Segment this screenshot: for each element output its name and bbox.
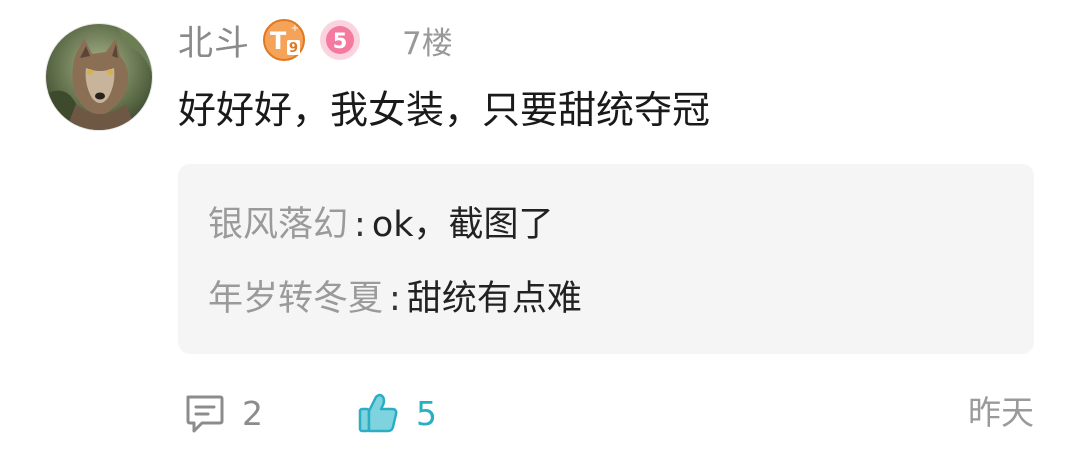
like-count: 5 — [416, 393, 437, 433]
like-button[interactable]: 5 — [356, 384, 437, 442]
reply-separator: : — [354, 205, 366, 245]
level-badge-icon: 5 — [320, 20, 361, 60]
username[interactable]: 北斗 — [178, 15, 250, 66]
reply-item[interactable]: 银风落幻: ok，截图了 — [208, 200, 554, 250]
reply-count: 2 — [242, 393, 263, 433]
reply-username[interactable]: 银风落幻 — [208, 205, 348, 245]
comment-bubble-icon — [186, 395, 224, 433]
wolf-avatar-icon — [46, 24, 152, 130]
reply-text: ok，截图了 — [371, 205, 554, 245]
svg-text:5: 5 — [333, 29, 348, 53]
reply-button[interactable]: 2 — [182, 384, 263, 442]
timestamp: 昨天 — [968, 393, 1034, 432]
level-badge: 5 — [318, 18, 362, 62]
svg-text:9: 9 — [289, 41, 298, 56]
reply-list[interactable] — [178, 164, 1034, 354]
svg-text:T: T — [270, 27, 287, 55]
comment-footer: 2 5 昨天 — [178, 384, 1034, 442]
tier-badge-icon: T 9 + — [263, 19, 306, 61]
reply-separator: : — [389, 279, 401, 319]
svg-text:+: + — [291, 23, 299, 34]
reply-text: 甜统有点难 — [406, 279, 582, 319]
comment-text: 好好好，我女装，只要甜统夺冠 — [178, 88, 711, 132]
reply-username[interactable]: 年岁转冬夏 — [208, 279, 383, 319]
comment-card: 北斗 T 9 + 5 7楼 好好好，我女装，只要甜统夺冠 银风落幻: ok，截图了 — [0, 0, 1080, 452]
comment-header: 北斗 T 9 + 5 7楼 — [178, 14, 453, 66]
tier-badge: T 9 + — [262, 18, 306, 62]
thumbs-up-icon — [358, 393, 398, 433]
floor-number: 7楼 — [402, 25, 453, 62]
avatar[interactable] — [46, 24, 152, 130]
reply-item[interactable]: 年岁转冬夏: 甜统有点难 — [208, 274, 582, 324]
